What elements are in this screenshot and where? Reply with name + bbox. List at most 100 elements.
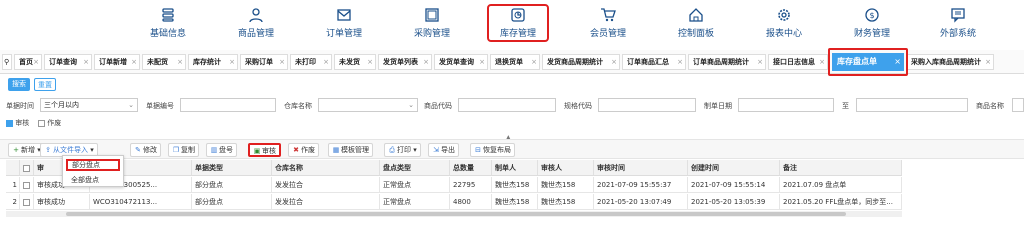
- nav-label: 财务管理: [853, 29, 890, 39]
- nav-label: 基础信息: [149, 29, 186, 39]
- product-code-input[interactable]: [458, 98, 556, 112]
- checkbox-icon[interactable]: [6, 119, 13, 127]
- checkbox-icon[interactable]: [23, 164, 30, 172]
- close-icon[interactable]: ×: [33, 55, 39, 69]
- close-icon[interactable]: ×: [677, 55, 683, 69]
- nav-finance[interactable]: $ 财务管理: [842, 6, 902, 40]
- close-icon[interactable]: ×: [423, 55, 429, 69]
- restore-layout-button[interactable]: ⊟ 恢复布局: [470, 143, 515, 157]
- tab-unallocated[interactable]: 未配货 ×: [142, 54, 186, 70]
- tab-home[interactable]: 首页 ×: [14, 54, 42, 70]
- export-icon: ⇲: [433, 146, 439, 154]
- copy-button[interactable]: ❐ 复制: [168, 143, 199, 157]
- close-icon[interactable]: ×: [323, 55, 329, 69]
- nav-member[interactable]: 会员管理: [578, 6, 638, 40]
- col-header-note: 备注: [780, 160, 902, 176]
- nav-purchase[interactable]: 采购管理: [402, 6, 462, 40]
- tab-ship-cycle-stat[interactable]: 发货商品周期统计 ×: [542, 54, 620, 70]
- close-icon[interactable]: ×: [131, 55, 137, 69]
- tab-unshipped[interactable]: 未发货 ×: [334, 54, 376, 70]
- row-warehouse: 发发拉合: [272, 194, 380, 210]
- export-button[interactable]: ⇲ 导出: [428, 143, 459, 157]
- tab-order-product-summary[interactable]: 订单商品汇总 ×: [622, 54, 686, 70]
- template-button[interactable]: ▦ 模板管理: [328, 143, 373, 157]
- menu-item-partial-count[interactable]: 部分盘点: [66, 159, 120, 171]
- close-icon[interactable]: ×: [531, 55, 537, 69]
- col-header-check[interactable]: [20, 160, 34, 176]
- row-doc-no[interactable]: WCO310472113...: [90, 194, 192, 210]
- void-filter[interactable]: 作废: [38, 118, 61, 128]
- time-select[interactable]: 三个月以内 ⌄: [40, 98, 138, 112]
- product-name-input[interactable]: [1012, 98, 1024, 112]
- close-icon[interactable]: ×: [819, 55, 825, 69]
- time-label: 单据时间: [6, 102, 34, 110]
- search-icon: ⚲: [4, 58, 10, 66]
- row-note: 2021.07.09 盘点单: [780, 177, 902, 193]
- tab-purchase-order[interactable]: 采购订单 ×: [240, 54, 288, 70]
- col-header-warehouse: 仓库名称: [272, 160, 380, 176]
- close-icon[interactable]: ×: [611, 55, 617, 69]
- tab-stock-stat[interactable]: 库存统计 ×: [188, 54, 238, 70]
- tab-api-log[interactable]: 接口日志信息 ×: [768, 54, 828, 70]
- close-icon[interactable]: ×: [177, 55, 183, 69]
- tab-shipment-list[interactable]: 发货单列表 ×: [378, 54, 432, 70]
- nav-control-panel[interactable]: 控制面板: [666, 6, 726, 40]
- close-icon[interactable]: ×: [479, 55, 485, 69]
- tab-unprinted[interactable]: 未打印 ×: [290, 54, 332, 70]
- spec-code-input[interactable]: [598, 98, 696, 112]
- tab-purchase-in-cycle-stat[interactable]: 采购入库商品周期统计 ×: [906, 54, 994, 70]
- checkbox-icon[interactable]: [23, 181, 30, 189]
- nav-inventory[interactable]: 库存管理: [487, 4, 549, 42]
- close-icon[interactable]: ×: [757, 55, 763, 69]
- close-icon[interactable]: ×: [83, 55, 89, 69]
- tab-shipment-query[interactable]: 发货单查询 ×: [434, 54, 488, 70]
- close-icon[interactable]: ×: [985, 55, 991, 69]
- void-button[interactable]: ✖ 作废: [288, 143, 319, 157]
- menu-item-full-count[interactable]: 全部盘点: [71, 175, 99, 185]
- close-icon[interactable]: ×: [367, 55, 373, 69]
- nav-product[interactable]: 商品管理: [226, 6, 286, 40]
- grid-icon: ▦: [332, 146, 340, 154]
- nav-orders[interactable]: 订单管理: [314, 6, 374, 40]
- spec-code-label: 规格代码: [564, 102, 592, 110]
- warehouse-select[interactable]: ⌄: [318, 98, 418, 112]
- audit-button[interactable]: ▣ 审核: [248, 143, 281, 157]
- print-button[interactable]: ⎙ 打印 ▾: [384, 143, 421, 157]
- row-checkbox[interactable]: [20, 177, 34, 193]
- row-doc-type: 部分盘点: [192, 194, 272, 210]
- nav-basic-info[interactable]: 基础信息: [138, 6, 198, 40]
- nav-external[interactable]: 外部系统: [928, 6, 988, 40]
- col-header-maker: 制单人: [492, 160, 538, 176]
- row-count-type: 正常盘点: [380, 177, 450, 193]
- tab-order-query[interactable]: 订单查询 ×: [44, 54, 92, 70]
- doc-no-input[interactable]: [180, 98, 276, 112]
- row-index: 2: [6, 194, 20, 210]
- horizontal-scrollbar[interactable]: [6, 211, 902, 217]
- reset-button[interactable]: 重置: [34, 78, 56, 91]
- close-icon[interactable]: ×: [279, 55, 285, 69]
- date-from-input[interactable]: [738, 98, 834, 112]
- checkbox-icon[interactable]: [38, 119, 45, 127]
- tab-returns[interactable]: 退换货单 ×: [490, 54, 540, 70]
- row-maker: 魏世杰158: [492, 177, 538, 193]
- edit-button[interactable]: ✎ 修改: [130, 143, 161, 157]
- row-checkbox[interactable]: [20, 194, 34, 210]
- import-icon: ⇪: [45, 146, 51, 154]
- gear-icon: [754, 6, 814, 24]
- checkbox-icon[interactable]: [23, 198, 30, 206]
- nav-report[interactable]: 报表中心: [754, 6, 814, 40]
- search-button[interactable]: 搜索: [8, 78, 30, 91]
- scrollbar-thumb[interactable]: [66, 212, 846, 216]
- svg-text:$: $: [869, 11, 874, 20]
- tab-order-new[interactable]: 订单新增 ×: [94, 54, 140, 70]
- nav-label: 报表中心: [765, 29, 802, 39]
- tab-order-cycle-stat[interactable]: 订单商品周期统计 ×: [688, 54, 766, 70]
- row-auditor: 魏世杰158: [538, 177, 594, 193]
- date-to-input[interactable]: [856, 98, 968, 112]
- tab-search-icon[interactable]: ⚲: [2, 54, 12, 70]
- close-icon[interactable]: ×: [229, 55, 235, 69]
- reorder-button[interactable]: ▥ 盘号: [206, 143, 237, 157]
- audit-filter[interactable]: 审核: [6, 118, 29, 128]
- nav-label: 订单管理: [325, 29, 362, 39]
- nav-label: 商品管理: [237, 29, 274, 39]
